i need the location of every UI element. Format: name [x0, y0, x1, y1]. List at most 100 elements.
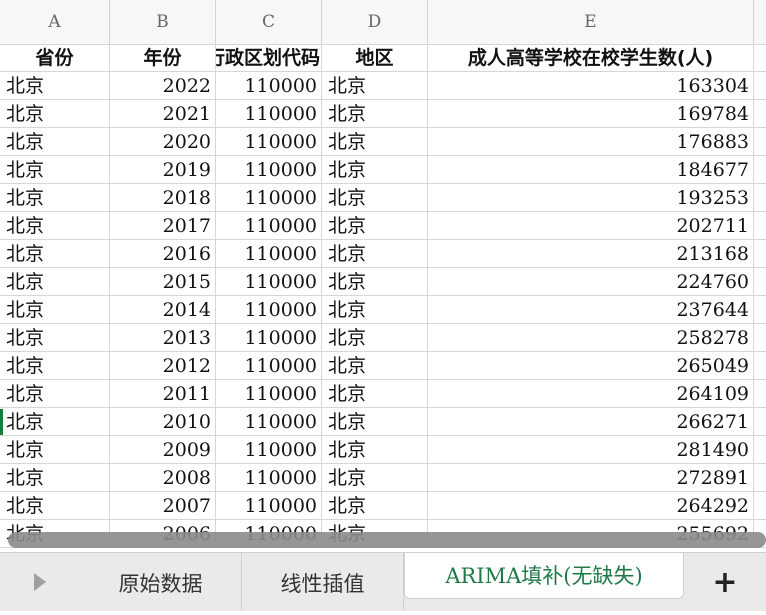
cell-region-code[interactable]: 110000 [216, 408, 322, 435]
cell-region[interactable]: 北京 [322, 184, 428, 211]
header-cell-region-code[interactable]: 行政区划代码 [216, 44, 322, 71]
cell-province[interactable]: 北京 [0, 324, 110, 351]
cell-region[interactable]: 北京 [322, 492, 428, 519]
cell-year[interactable]: 2015 [110, 268, 216, 295]
cell-year[interactable]: 2009 [110, 436, 216, 463]
cell-region-code[interactable]: 110000 [216, 156, 322, 183]
chevron-right-icon[interactable] [0, 553, 80, 611]
cell-year[interactable]: 2016 [110, 240, 216, 267]
cell-region-code[interactable]: 110000 [216, 240, 322, 267]
cell-year[interactable]: 2017 [110, 212, 216, 239]
tab-linear-interpolation[interactable]: 线性插值 [242, 553, 404, 611]
cell-province[interactable]: 北京 [0, 268, 110, 295]
cell-student-count[interactable]: 264109 [428, 380, 754, 407]
cell-region[interactable]: 北京 [322, 72, 428, 99]
cell-region-code[interactable]: 110000 [216, 324, 322, 351]
cell-province[interactable]: 北京 [0, 184, 110, 211]
cell-province[interactable]: 北京 [0, 408, 110, 435]
cell-region-code[interactable]: 110000 [216, 184, 322, 211]
cell-province[interactable]: 北京 [0, 380, 110, 407]
column-header-a[interactable]: A [0, 0, 110, 44]
cell-region[interactable]: 北京 [322, 268, 428, 295]
cell-region[interactable]: 北京 [322, 100, 428, 127]
cell-province[interactable]: 北京 [0, 72, 110, 99]
cell-student-count[interactable]: 264292 [428, 492, 754, 519]
cell-student-count[interactable]: 281490 [428, 436, 754, 463]
cell-student-count[interactable]: 184677 [428, 156, 754, 183]
cell-province[interactable]: 北京 [0, 352, 110, 379]
cell-region-code[interactable]: 110000 [216, 212, 322, 239]
column-header-e[interactable]: E [428, 0, 754, 44]
cell-region[interactable]: 北京 [322, 156, 428, 183]
header-cell-year[interactable]: 年份 [110, 44, 216, 71]
cell-province[interactable]: 北京 [0, 100, 110, 127]
spreadsheet-grid[interactable]: A B C D E 省份 年份 行政区划代码 地区 成人高等学校在校学生数(人)… [0, 0, 766, 552]
cell-region-code[interactable]: 110000 [216, 464, 322, 491]
cell-province[interactable]: 北京 [0, 156, 110, 183]
cell-region-code[interactable]: 110000 [216, 128, 322, 155]
column-header-d[interactable]: D [322, 0, 428, 44]
cell-region[interactable]: 北京 [322, 296, 428, 323]
cell-province[interactable]: 北京 [0, 296, 110, 323]
cell-student-count[interactable]: 224760 [428, 268, 754, 295]
cell-region[interactable]: 北京 [322, 380, 428, 407]
header-cell-student-count[interactable]: 成人高等学校在校学生数(人) [428, 44, 754, 71]
cell-region-code[interactable]: 110000 [216, 72, 322, 99]
horizontal-scrollbar[interactable] [8, 532, 766, 548]
cell-year[interactable]: 2010 [110, 408, 216, 435]
column-header-c[interactable]: C [216, 0, 322, 44]
cell-region-code[interactable]: 110000 [216, 436, 322, 463]
cell-region[interactable]: 北京 [322, 408, 428, 435]
cell-student-count[interactable]: 213168 [428, 240, 754, 267]
cell-year[interactable]: 2019 [110, 156, 216, 183]
cell-year[interactable]: 2007 [110, 492, 216, 519]
plus-icon[interactable]: + [684, 553, 766, 611]
cell-student-count[interactable]: 258278 [428, 324, 754, 351]
cell-year[interactable]: 2022 [110, 72, 216, 99]
cell-province[interactable]: 北京 [0, 212, 110, 239]
table-header-row: 省份 年份 行政区划代码 地区 成人高等学校在校学生数(人) [0, 44, 766, 72]
cell-student-count[interactable]: 163304 [428, 72, 754, 99]
cell-region-code[interactable]: 110000 [216, 352, 322, 379]
cell-student-count[interactable]: 266271 [428, 408, 754, 435]
cell-student-count[interactable]: 272891 [428, 464, 754, 491]
cell-region[interactable]: 北京 [322, 436, 428, 463]
cell-year[interactable]: 2018 [110, 184, 216, 211]
cell-province[interactable]: 北京 [0, 464, 110, 491]
cell-region-code[interactable]: 110000 [216, 268, 322, 295]
cell-year[interactable]: 2011 [110, 380, 216, 407]
cell-year[interactable]: 2013 [110, 324, 216, 351]
sheet-tab-bar: 原始数据 线性插值 ARIMA填补(无缺失) + [0, 552, 766, 611]
tab-arima-fill[interactable]: ARIMA填补(无缺失) [404, 553, 684, 599]
cell-province[interactable]: 北京 [0, 128, 110, 155]
cell-region-code[interactable]: 110000 [216, 492, 322, 519]
cell-student-count[interactable]: 176883 [428, 128, 754, 155]
cell-student-count[interactable]: 169784 [428, 100, 754, 127]
cell-region[interactable]: 北京 [322, 324, 428, 351]
header-cell-province[interactable]: 省份 [0, 44, 110, 71]
cell-region-code[interactable]: 110000 [216, 100, 322, 127]
cell-student-count[interactable]: 202711 [428, 212, 754, 239]
cell-province[interactable]: 北京 [0, 436, 110, 463]
cell-province[interactable]: 北京 [0, 492, 110, 519]
cell-student-count[interactable]: 193253 [428, 184, 754, 211]
cell-year[interactable]: 2014 [110, 296, 216, 323]
cell-region-code[interactable]: 110000 [216, 380, 322, 407]
table-row: 北京 2020 110000 北京 176883 [0, 128, 766, 156]
cell-region[interactable]: 北京 [322, 240, 428, 267]
cell-year[interactable]: 2012 [110, 352, 216, 379]
cell-region[interactable]: 北京 [322, 128, 428, 155]
cell-year[interactable]: 2020 [110, 128, 216, 155]
cell-province[interactable]: 北京 [0, 240, 110, 267]
tab-original-data[interactable]: 原始数据 [80, 553, 242, 611]
cell-region[interactable]: 北京 [322, 352, 428, 379]
cell-year[interactable]: 2021 [110, 100, 216, 127]
cell-student-count[interactable]: 237644 [428, 296, 754, 323]
cell-year[interactable]: 2008 [110, 464, 216, 491]
cell-region[interactable]: 北京 [322, 212, 428, 239]
cell-region-code[interactable]: 110000 [216, 296, 322, 323]
cell-region[interactable]: 北京 [322, 464, 428, 491]
header-cell-region[interactable]: 地区 [322, 44, 428, 71]
cell-student-count[interactable]: 265049 [428, 352, 754, 379]
column-header-b[interactable]: B [110, 0, 216, 44]
